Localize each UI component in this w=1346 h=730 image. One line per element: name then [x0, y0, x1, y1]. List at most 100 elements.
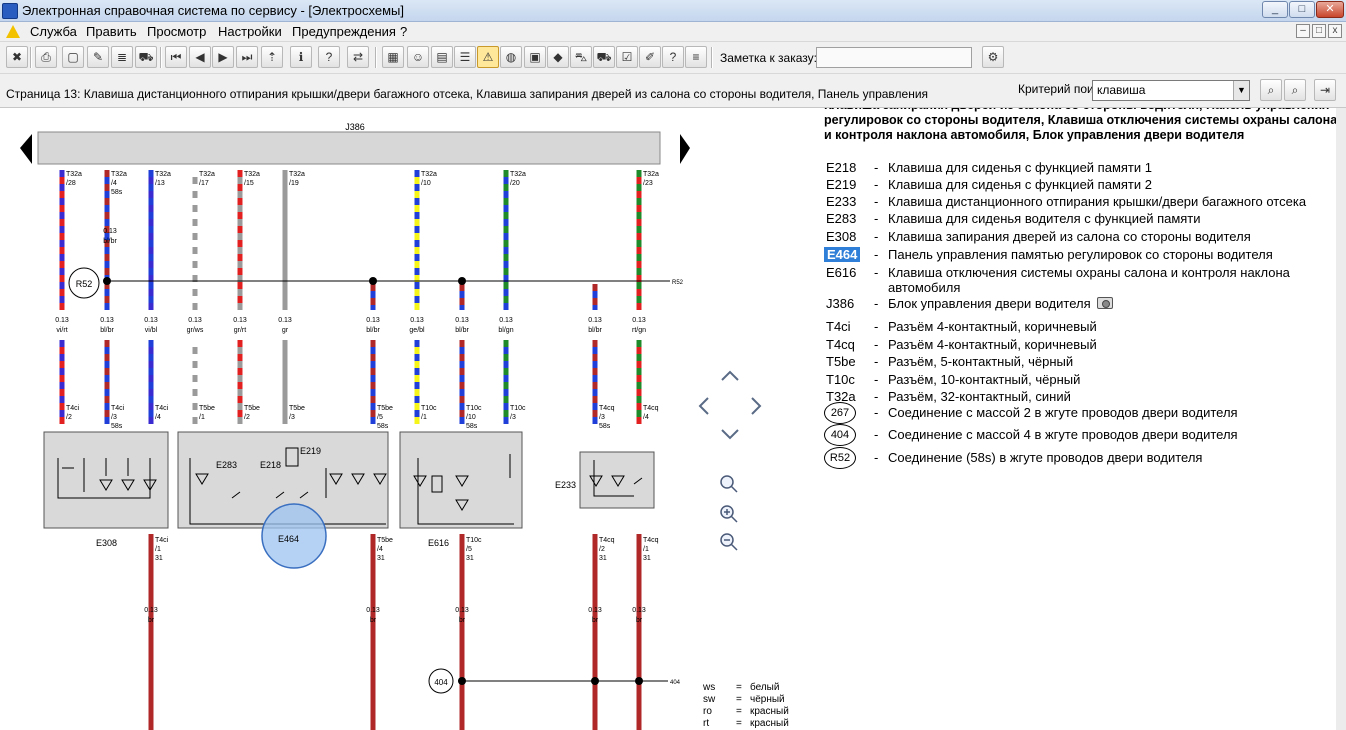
- legend-row[interactable]: E464- Панель управления памятью регулиров…: [820, 247, 1346, 265]
- wire-color-label: bl/br: [588, 327, 602, 334]
- warning-icon[interactable]: ⚠: [477, 46, 499, 68]
- scroll-left-arrow-icon[interactable]: [20, 134, 32, 164]
- legend-description-text: Клавиша дистанционного отпирания крышки/…: [888, 194, 1307, 209]
- legend-row[interactable]: 404 - Соединение с массой 4 в жгуте провод…: [820, 424, 1346, 446]
- legend-row[interactable]: T5be - Разъём, 5-контактный, чёрный: [820, 354, 1346, 372]
- mdi-close-button[interactable]: x: [1328, 24, 1342, 38]
- legend-code: T4ci: [826, 319, 851, 334]
- search-criteria-select[interactable]: клавиша ▼: [1092, 80, 1250, 101]
- prev-icon[interactable]: ◀: [189, 46, 211, 68]
- settings-icon[interactable]: ⚙: [982, 46, 1004, 68]
- pan-right-icon: [751, 397, 762, 415]
- car3-icon[interactable]: ⛟: [593, 46, 615, 68]
- app-icon: [2, 3, 18, 19]
- legend-row[interactable]: E308 - Клавиша запирания дверей из салона …: [820, 229, 1346, 247]
- wire-color-label: bl/gn: [498, 327, 513, 334]
- legend-row[interactable]: E233 - Клавиша дистанционного отпирания кр…: [820, 194, 1346, 212]
- menu-settings[interactable]: Настройки: [218, 24, 282, 39]
- legend-row[interactable]: E219 - Клавиша для сиденья с функцией памя…: [820, 177, 1346, 195]
- book-icon[interactable]: ▤: [431, 46, 453, 68]
- wire-color-label: ge/bl: [409, 327, 425, 334]
- first-icon[interactable]: ⏮: [165, 46, 187, 68]
- pin-number-label: /3: [510, 414, 516, 421]
- notes-icon[interactable]: ≣: [111, 46, 133, 68]
- edit-icon[interactable]: ✐: [639, 46, 661, 68]
- menu-edit[interactable]: Править: [86, 24, 137, 39]
- wire-color-label: br: [459, 617, 466, 624]
- menu-service[interactable]: Служба: [30, 24, 77, 39]
- wire-color-label: bl/br: [455, 327, 469, 334]
- legend-row[interactable]: R52 - Соединение (58s) в жгуте проводов дв…: [820, 447, 1346, 469]
- tag-icon[interactable]: ◆: [547, 46, 569, 68]
- pin-connector-label: T32a: [421, 171, 437, 178]
- pin-number-label: /1: [421, 414, 427, 421]
- vertical-scrollbar[interactable]: [1336, 108, 1346, 730]
- info-icon[interactable]: ℹ: [290, 46, 312, 68]
- list-icon[interactable]: ☰: [454, 46, 476, 68]
- pan-down-icon: [721, 429, 739, 440]
- align-icon[interactable]: ⇥: [1314, 79, 1336, 101]
- legend-row[interactable]: J386 - Блок управления двери водителя: [820, 296, 1346, 314]
- wire-color-label: vi/bl: [145, 327, 158, 334]
- legend-row[interactable]: 267 - Соединение с массой 2 в жгуте провод…: [820, 402, 1346, 424]
- car-icon[interactable]: ⛟: [135, 46, 157, 68]
- legend-row[interactable]: E283 - Клавиша для сиденья водителя с функ…: [820, 211, 1346, 229]
- wire-size-label: 0.13: [188, 317, 202, 324]
- menu-bar: Служба Править Просмотр Настройки Предуп…: [0, 22, 1346, 42]
- menu-help[interactable]: ?: [400, 24, 407, 39]
- zoom-controls[interactable]: [720, 475, 738, 551]
- legend-row[interactable]: T4cq - Разъём 4-контактный, коричневый: [820, 337, 1346, 355]
- component-e233[interactable]: [579, 451, 655, 509]
- pin-number-label: /20: [510, 180, 520, 187]
- legend-row[interactable]: T4ci - Разъём 4-контактный, коричневый: [820, 319, 1346, 337]
- legend-description-text: Клавиша для сиденья с функцией памяти 1: [888, 160, 1152, 175]
- legend-dash: -: [874, 265, 879, 280]
- legend-row[interactable]: T10c - Разъём, 10-контактный, чёрный: [820, 372, 1346, 390]
- help-icon[interactable]: ?: [318, 46, 340, 68]
- color-eq: =: [736, 718, 742, 729]
- color-eq: =: [736, 694, 742, 705]
- car2-icon[interactable]: ⛍: [570, 46, 592, 68]
- binoculars-icon[interactable]: ⌕: [1260, 79, 1282, 101]
- menu-view[interactable]: Просмотр: [147, 24, 206, 39]
- new-doc-icon[interactable]: ▢: [62, 46, 84, 68]
- legend-row[interactable]: E218 - Клавиша для сиденья с функцией памя…: [820, 160, 1346, 178]
- person-icon[interactable]: ☺: [407, 46, 429, 68]
- legend-row[interactable]: E616 - Клавиша отключения системы охраны с…: [820, 265, 1346, 295]
- legend-ground-symbol: 267: [824, 402, 856, 424]
- minimize-button[interactable]: _: [1262, 1, 1288, 18]
- up-icon[interactable]: ⇡: [261, 46, 283, 68]
- next-icon[interactable]: ▶: [212, 46, 234, 68]
- warning-menu-icon[interactable]: [6, 25, 20, 38]
- globe-icon[interactable]: ◍: [500, 46, 522, 68]
- chevron-down-icon[interactable]: ▼: [1233, 81, 1249, 100]
- maximize-button[interactable]: □: [1289, 1, 1315, 18]
- wiring-diagram[interactable]: J386 R52 R52 E308 E283 E218 E219 E464 E6: [0, 108, 810, 730]
- last-icon[interactable]: ⏭: [236, 46, 258, 68]
- label-e218: E218: [260, 460, 281, 470]
- order-note-input[interactable]: [816, 47, 972, 68]
- menu-warnings[interactable]: Предупреждения: [292, 24, 396, 39]
- control-unit-j386[interactable]: [37, 131, 661, 165]
- pin-number-label: /1: [155, 546, 161, 553]
- grid-icon[interactable]: ▦: [382, 46, 404, 68]
- pan-controls[interactable]: [698, 370, 762, 440]
- print-icon[interactable]: ⎙: [35, 46, 57, 68]
- question-icon[interactable]: ?: [662, 46, 684, 68]
- scroll-right-arrow-icon[interactable]: [680, 134, 690, 164]
- edit-doc-icon[interactable]: ✎: [87, 46, 109, 68]
- stack-icon[interactable]: ≡: [685, 46, 707, 68]
- legend-code: T5be: [826, 354, 856, 369]
- mdi-minimize-button[interactable]: –: [1296, 24, 1310, 38]
- check-icon[interactable]: ☑: [616, 46, 638, 68]
- mdi-restore-button[interactable]: □: [1312, 24, 1326, 38]
- wire-color-label: vi/rt: [56, 327, 67, 334]
- camera-icon[interactable]: [1096, 297, 1113, 309]
- wire-size-label: 0.13: [144, 317, 158, 324]
- close-button[interactable]: ✕: [1316, 1, 1344, 18]
- exit-icon[interactable]: ✖: [6, 46, 28, 68]
- legend-dash: -: [874, 177, 879, 192]
- binoculars-next-icon[interactable]: ⌕: [1284, 79, 1306, 101]
- swap-icon[interactable]: ⇄: [347, 46, 369, 68]
- calc-icon[interactable]: ▣: [524, 46, 546, 68]
